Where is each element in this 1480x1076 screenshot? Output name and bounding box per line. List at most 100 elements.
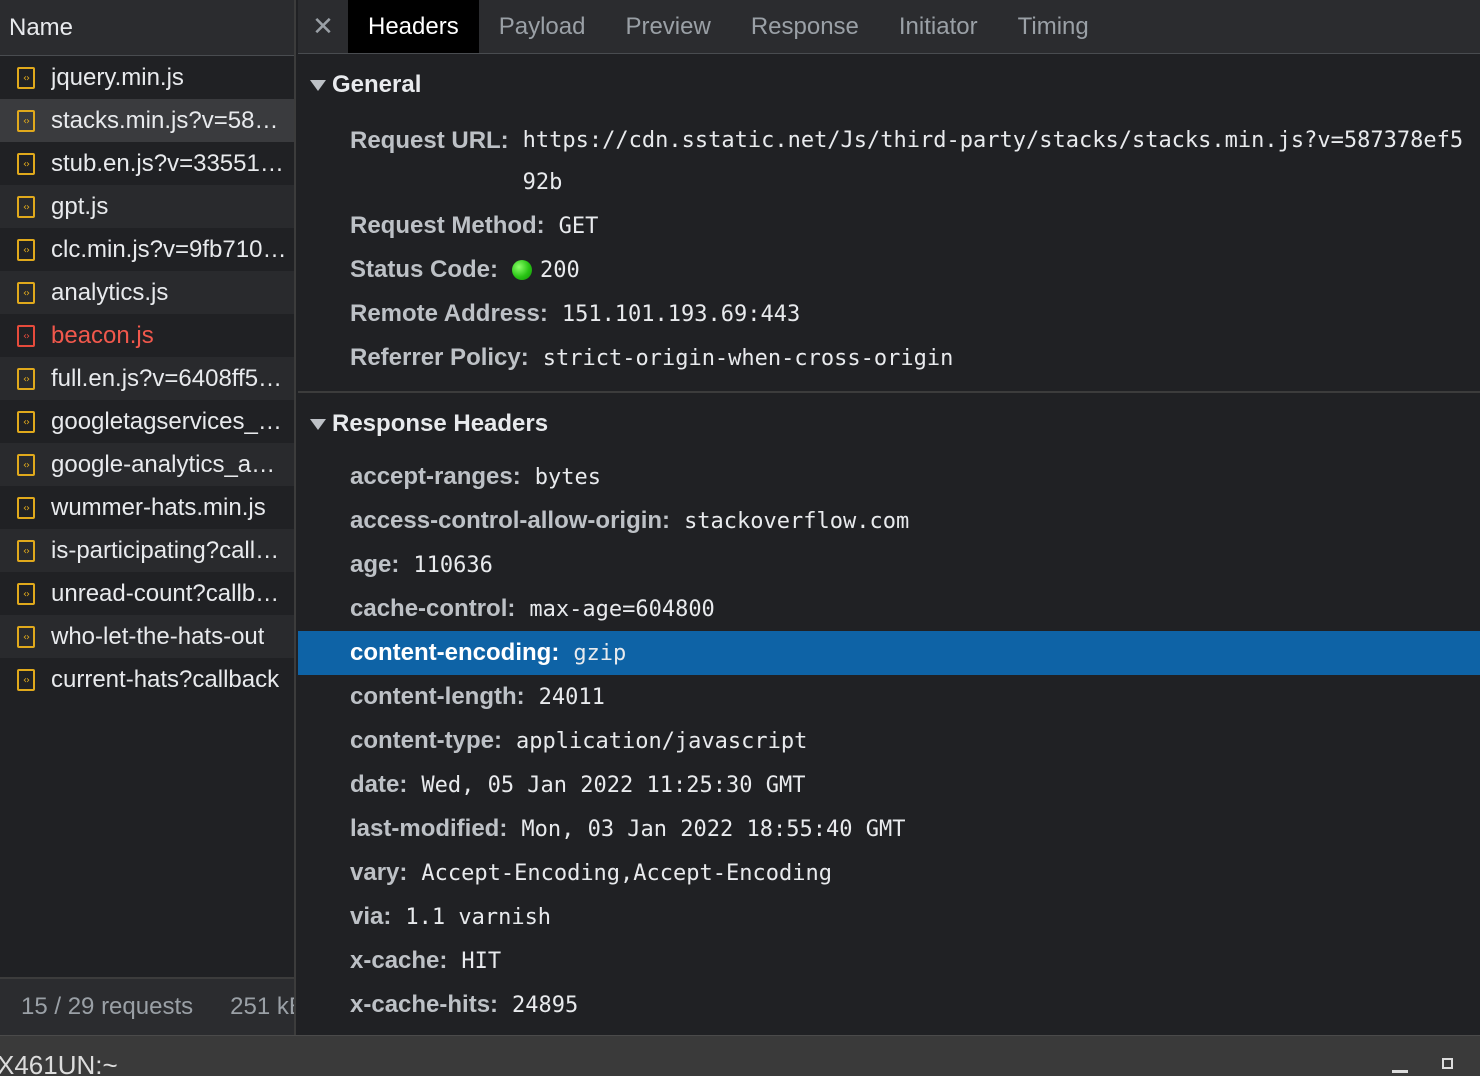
tab-payload[interactable]: Payload	[479, 0, 606, 53]
header-row[interactable]: vary: Accept-Encoding,Accept-Encoding	[298, 851, 1480, 895]
minimize-icon[interactable]	[1392, 1070, 1408, 1073]
request-row[interactable]: jquery.min.js	[0, 56, 294, 99]
header-value: GET	[558, 213, 599, 239]
general-rows: Request URL: https://cdn.sstatic.net/Js/t…	[298, 116, 1480, 380]
expand-triangle-icon[interactable]	[310, 79, 326, 91]
request-name: stub.en.js?v=33551b5d9b4a	[51, 149, 287, 177]
header-row[interactable]: x-cache-hits: 24895	[298, 983, 1480, 1027]
header-value: Accept-Encoding,Accept-Encoding	[421, 860, 832, 886]
js-file-icon	[17, 453, 35, 476]
js-file-icon	[17, 324, 35, 347]
header-row[interactable]: last-modified: Mon, 03 Jan 2022 18:55:40 …	[298, 807, 1480, 851]
general-section-title: General	[332, 71, 422, 98]
request-row[interactable]: who-let-the-hats-out	[0, 615, 294, 658]
js-file-icon	[17, 281, 35, 304]
request-row[interactable]: full.en.js?v=6408ff5b5e5c	[0, 357, 294, 400]
header-row[interactable]: accept-ranges: bytes	[298, 455, 1480, 499]
transferred-size: 251 kB	[230, 993, 294, 1020]
header-row[interactable]: x-cache: HIT	[298, 939, 1480, 983]
header-row[interactable]: Request Method: GET	[298, 204, 1480, 248]
header-value: 110636	[413, 552, 493, 578]
request-row[interactable]: analytics.js	[0, 271, 294, 314]
js-file-icon	[17, 539, 35, 562]
request-name: gpt.js	[51, 192, 109, 220]
header-row[interactable]: x-served-by:cache-hhn4020-HHN	[298, 1027, 1480, 1035]
header-key: content-type:	[350, 727, 502, 754]
request-name: beacon.js	[51, 321, 154, 349]
header-value: 24895	[512, 992, 579, 1018]
header-key: access-control-allow-origin:	[350, 507, 671, 534]
header-value: stackoverflow.com	[684, 508, 910, 534]
header-key: content-encoding:	[350, 639, 560, 666]
header-value: HIT	[461, 948, 502, 974]
header-value: max-age=604800	[529, 596, 715, 622]
request-name: current-hats?callback	[51, 665, 280, 693]
header-row[interactable]: Status Code: 200	[298, 248, 1480, 292]
tab-response[interactable]: Response	[731, 0, 879, 53]
header-row[interactable]: content-type: application/javascript	[298, 719, 1480, 763]
request-row[interactable]: stub.en.js?v=33551b5d9b4a	[0, 142, 294, 185]
header-value: 200	[540, 257, 580, 283]
request-row[interactable]: unread-count?callback	[0, 572, 294, 615]
js-file-icon	[17, 410, 35, 433]
request-count: 15 / 29 requests	[21, 993, 194, 1020]
header-key: Request Method:	[350, 212, 545, 239]
header-key: cache-control:	[350, 595, 516, 622]
tab-initiator[interactable]: Initiator	[879, 0, 998, 53]
header-row[interactable]: age: 110636	[298, 543, 1480, 587]
tab-preview[interactable]: Preview	[605, 0, 730, 53]
request-detail-pane: ✕ Headers Payload Preview Response Initiator…	[298, 0, 1480, 1035]
header-key: x-cache-hits:	[350, 991, 499, 1018]
header-row[interactable]: Request URL: https://cdn.sstatic.net/Js/t…	[298, 116, 1480, 204]
detail-tabs: Headers Payload Preview Response Initiator Ti…	[348, 0, 1109, 53]
request-row[interactable]: google-analytics_analytics.js	[0, 443, 294, 486]
request-name: stacks.min.js?v=587378ef592b	[51, 106, 287, 134]
request-name: is-participating?callback	[51, 536, 287, 564]
close-icon[interactable]: ✕	[298, 0, 348, 53]
detail-tab-bar: ✕ Headers Payload Preview Response Initiator…	[298, 0, 1480, 54]
expand-triangle-icon[interactable]	[310, 418, 326, 430]
request-list-panel: Name jquery.min.js stacks.min.js?v=587378…	[0, 0, 296, 1035]
header-key: via:	[350, 903, 392, 930]
header-key: Status Code:	[350, 256, 499, 283]
header-value: Mon, 03 Jan 2022 18:55:40 GMT	[521, 816, 906, 842]
header-row[interactable]: cache-control: max-age=604800	[298, 587, 1480, 631]
header-value: strict-origin-when-cross-origin	[542, 345, 954, 371]
header-key: age:	[350, 551, 400, 578]
request-row[interactable]: wummer-hats.min.js	[0, 486, 294, 529]
js-file-icon	[17, 496, 35, 519]
network-summary-bar: 15 / 29 requests 251 kB	[0, 977, 294, 1035]
header-value: 1.1 varnish	[405, 904, 552, 930]
request-name: clc.min.js?v=9fb710d1b5c1	[51, 235, 287, 263]
header-row[interactable]: Referrer Policy: strict-origin-when-cross…	[298, 336, 1480, 380]
header-row[interactable]: Remote Address: 151.101.193.69:443	[298, 292, 1480, 336]
js-file-icon	[17, 66, 35, 89]
general-section-header[interactable]: General	[298, 54, 1480, 116]
terminal-window-bar: X461UN:~	[0, 1035, 1480, 1076]
header-row[interactable]: date: Wed, 05 Jan 2022 11:25:30 GMT	[298, 763, 1480, 807]
request-row[interactable]: clc.min.js?v=9fb710d1b5c1	[0, 228, 294, 271]
name-column-header[interactable]: Name	[0, 0, 294, 56]
maximize-icon[interactable]	[1442, 1058, 1453, 1069]
response-headers-header[interactable]: Response Headers	[298, 393, 1480, 455]
header-row[interactable]: content-length: 24011	[298, 675, 1480, 719]
js-file-icon	[17, 582, 35, 605]
header-key: content-length:	[350, 683, 525, 710]
header-row[interactable]: content-encoding: gzip	[298, 631, 1480, 675]
header-row[interactable]: access-control-allow-origin: stackoverflo…	[298, 499, 1480, 543]
tab-timing[interactable]: Timing	[998, 0, 1109, 53]
request-row[interactable]: stacks.min.js?v=587378ef592b	[0, 99, 294, 142]
header-key: vary:	[350, 859, 408, 886]
request-row[interactable]: googletagservices_gpt.js	[0, 400, 294, 443]
header-value: https://cdn.sstatic.net/Js/third-party/s…	[522, 128, 1464, 195]
request-row[interactable]: is-participating?callback	[0, 529, 294, 572]
request-row[interactable]: current-hats?callback	[0, 658, 294, 701]
request-row[interactable]: beacon.js	[0, 314, 294, 357]
request-name: full.en.js?v=6408ff5b5e5c	[51, 364, 287, 392]
header-value: Wed, 05 Jan 2022 11:25:30 GMT	[421, 772, 806, 798]
request-name: google-analytics_analytics.js	[51, 450, 287, 478]
header-key: Request URL:	[350, 127, 509, 154]
header-row[interactable]: via: 1.1 varnish	[298, 895, 1480, 939]
tab-headers[interactable]: Headers	[348, 0, 479, 53]
request-row[interactable]: gpt.js	[0, 185, 294, 228]
